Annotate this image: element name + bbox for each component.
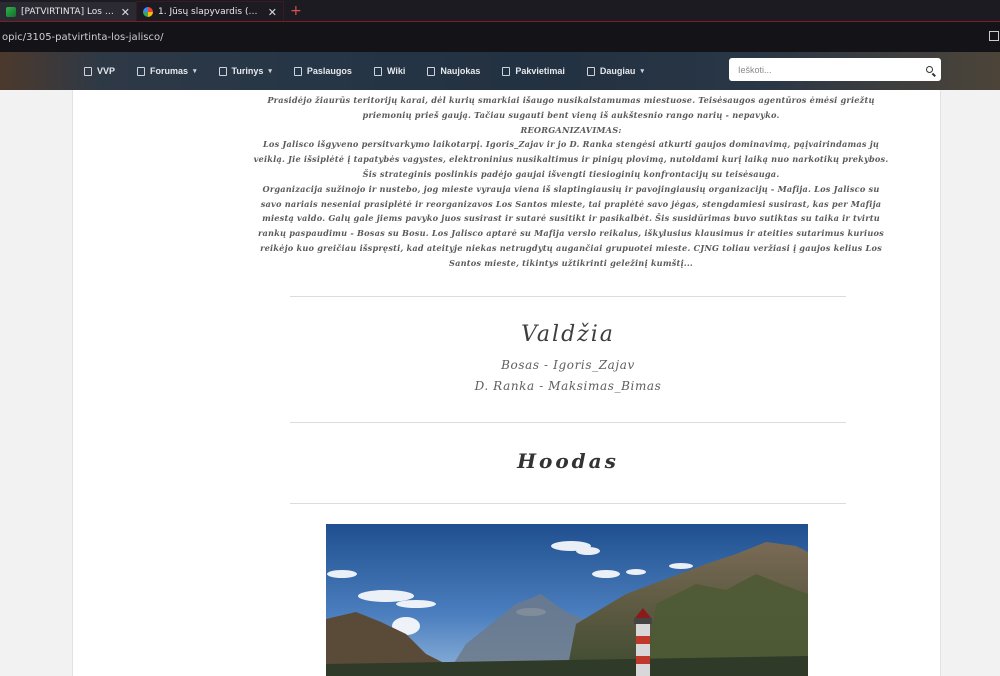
nav-item-forumas[interactable]: Forumas ▾ bbox=[137, 66, 197, 76]
search-box[interactable] bbox=[729, 58, 941, 81]
leader-right-hand: D. Ranka - Maksimas_Bimas bbox=[474, 379, 662, 393]
document-icon bbox=[84, 66, 92, 76]
nav-item-wiki[interactable]: Wiki bbox=[373, 66, 406, 76]
nav-item-label: Turinys bbox=[231, 66, 264, 76]
story-line: Prasidėjo žiaurūs teritorijų karai, dėl … bbox=[267, 95, 875, 105]
site-favicon-icon bbox=[6, 7, 16, 17]
chevron-down-icon: ▾ bbox=[268, 68, 272, 75]
story-line: rankų paspaudimu - Bosas su Bosu. Los Ja… bbox=[258, 228, 884, 239]
story-line: Santos mieste, tikintys užtikrinti gelež… bbox=[449, 257, 693, 268]
list-icon bbox=[137, 66, 146, 76]
tab-title: 1. Jūsų slapyvardis (Vardas_ bbox=[158, 7, 263, 17]
story-line: veiklą. Jie išsiplėtė į tapatybės vagyst… bbox=[253, 154, 889, 165]
nav-item-label: Paslaugos bbox=[306, 66, 352, 76]
browser-tab-google-form[interactable]: 1. Jūsų slapyvardis (Vardas_ ✕ bbox=[136, 1, 284, 22]
story-line: REORGANIZAVIMAS: bbox=[520, 124, 622, 135]
nav-item-label: VVP bbox=[97, 66, 116, 76]
document-icon bbox=[427, 66, 436, 76]
hood-title: Hoodas bbox=[517, 449, 619, 473]
divider bbox=[290, 296, 846, 297]
leadership-title: Valdžia bbox=[521, 322, 615, 347]
menu-icon bbox=[586, 66, 595, 76]
tab-title: [PATVIRTINTA] Los Jalisco bbox=[21, 7, 116, 17]
nav-item-turinys[interactable]: Turinys ▾ bbox=[218, 66, 272, 76]
document-icon bbox=[293, 66, 302, 76]
nav-item-label: Pakvietimai bbox=[515, 66, 565, 76]
gang-story-text: Prasidėjo žiaurūs teritorijų karai, dėl … bbox=[213, 93, 929, 271]
chevron-down-icon: ▾ bbox=[193, 68, 197, 75]
story-line: savo nariais neseniai prasiplėtė ir reor… bbox=[260, 198, 882, 209]
google-favicon-icon bbox=[143, 7, 153, 17]
story-line: priemonių prieš gaują. Tačiau sugauti be… bbox=[362, 109, 780, 120]
nav-item-vvp[interactable]: VVP bbox=[84, 66, 115, 76]
browser-tab-los-jalisco[interactable]: [PATVIRTINTA] Los Jalisco ✕ bbox=[0, 0, 136, 22]
window-icon[interactable] bbox=[989, 31, 999, 41]
search-icon bbox=[925, 66, 933, 73]
story-line: Organizacija sužinojo ir nustebo, jog mi… bbox=[262, 183, 880, 194]
nav-item-label: Wiki bbox=[386, 66, 406, 76]
story-line: miestą valdo. Galų gale jiems pavyko juo… bbox=[262, 213, 880, 224]
divider bbox=[290, 503, 846, 504]
nav-item-label: Daugiau bbox=[599, 66, 636, 76]
close-tab-icon[interactable]: ✕ bbox=[121, 6, 130, 19]
nav-item-label: Forumas bbox=[150, 66, 189, 76]
address-bar[interactable]: opic/3105-patvirtinta-los-jalisco/ bbox=[0, 22, 1000, 52]
story-line: reikėjo kuo greičiau išspręsti, kad atei… bbox=[260, 242, 882, 253]
nav-item-paslaugos[interactable]: Paslaugos bbox=[293, 66, 352, 76]
nav-item-label: Naujokas bbox=[440, 66, 481, 76]
story-line: Los Jalisco išgyveno persitvarkymo laiko… bbox=[262, 139, 880, 150]
chevron-down-icon: ▾ bbox=[640, 68, 644, 75]
browser-tab-strip: [PATVIRTINTA] Los Jalisco ✕ 1. Jūsų slap… bbox=[0, 0, 1000, 22]
close-tab-icon[interactable]: ✕ bbox=[268, 6, 277, 19]
leader-boss: Bosas - Igoris_Zajav bbox=[501, 358, 635, 372]
search-input[interactable] bbox=[729, 59, 917, 80]
document-icon bbox=[502, 66, 511, 76]
nav-item-naujokas[interactable]: Naujokas bbox=[427, 66, 480, 76]
hood-landscape-image bbox=[326, 524, 808, 676]
story-line: Šis strateginis poslinkis padėjo gaujai … bbox=[362, 168, 780, 179]
hood-photo bbox=[326, 524, 808, 676]
megaphone-icon bbox=[218, 66, 227, 76]
search-button[interactable] bbox=[917, 58, 941, 81]
divider bbox=[290, 422, 846, 423]
nav-item-pakvietimai[interactable]: Pakvietimai bbox=[502, 66, 565, 76]
document-icon bbox=[373, 66, 382, 76]
nav-item-daugiau[interactable]: Daugiau ▾ bbox=[586, 66, 644, 76]
nav-menu: VVP Forumas ▾ Turinys ▾ Paslaugos Wiki Naujokas… bbox=[84, 52, 644, 90]
new-tab-button[interactable]: + bbox=[284, 0, 308, 22]
url-text[interactable]: opic/3105-patvirtinta-los-jalisco/ bbox=[0, 32, 163, 43]
